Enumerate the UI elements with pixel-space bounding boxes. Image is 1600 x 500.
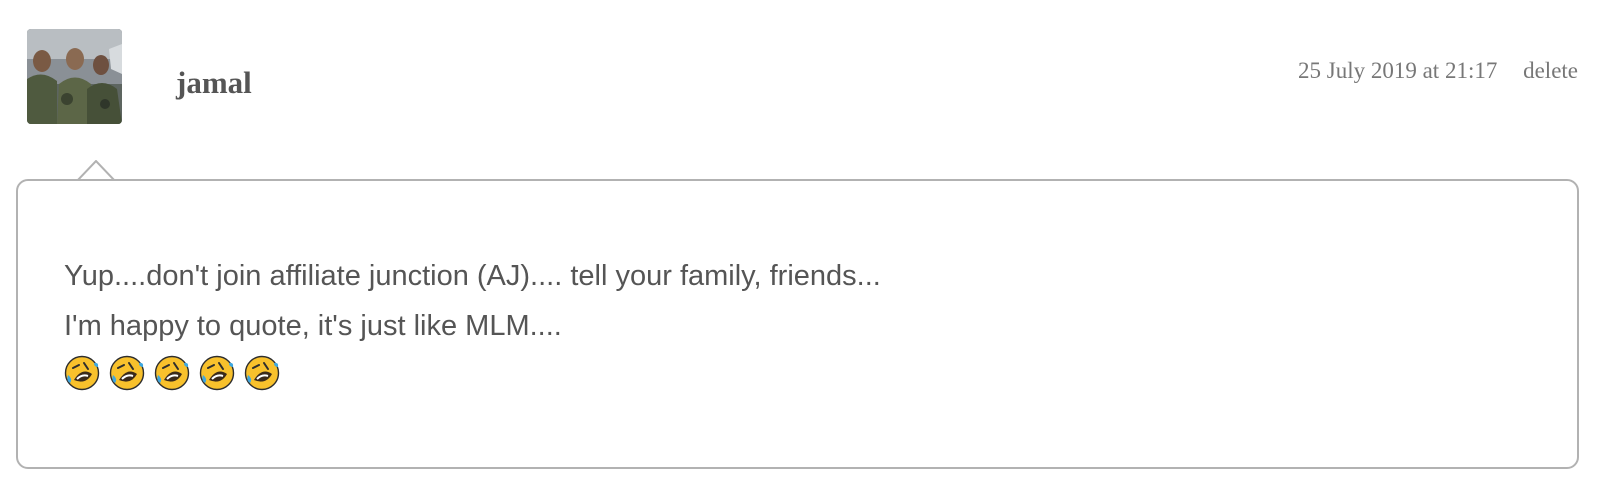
comment: jamal 25 July 2019 at 21:17 delete Yup..… <box>0 0 1600 500</box>
rolling-on-floor-laughing-icon <box>244 355 280 391</box>
comment-meta: 25 July 2019 at 21:17 delete <box>1298 56 1578 86</box>
bubble-pointer <box>77 160 115 181</box>
emoji-row <box>64 355 881 391</box>
rolling-on-floor-laughing-icon <box>64 355 100 391</box>
comment-line: I'm happy to quote, it's just like MLM..… <box>64 310 562 342</box>
rolling-on-floor-laughing-icon <box>109 355 145 391</box>
comment-bubble: Yup....don't join affiliate junction (AJ… <box>16 179 1579 469</box>
rolling-on-floor-laughing-icon <box>199 355 235 391</box>
delete-link[interactable]: delete <box>1523 58 1578 83</box>
comment-timestamp[interactable]: 25 July 2019 at 21:17 <box>1298 58 1497 83</box>
comment-author[interactable]: jamal <box>176 63 252 103</box>
avatar[interactable] <box>27 29 122 124</box>
comment-body: Yup....don't join affiliate junction (AJ… <box>64 251 881 391</box>
rolling-on-floor-laughing-icon <box>154 355 190 391</box>
comment-line: Yup....don't join affiliate junction (AJ… <box>64 260 881 292</box>
avatar-photo <box>27 29 122 124</box>
